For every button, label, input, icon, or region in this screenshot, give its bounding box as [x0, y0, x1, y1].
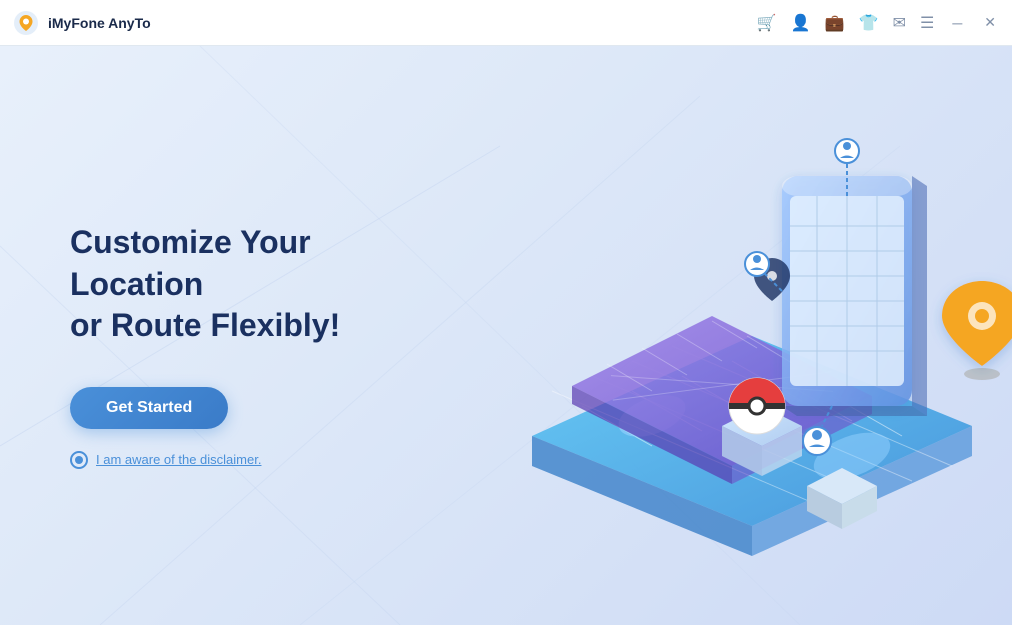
disclaimer-link[interactable]: I am aware of the disclaimer.	[96, 452, 261, 467]
title-right: 🛒 👤 💼 👕 ✉ ☰ ─ ✕	[757, 12, 1000, 33]
app-name: iMyFone AnyTo	[48, 15, 151, 31]
minimize-button[interactable]: ─	[948, 13, 966, 33]
menu-icon[interactable]: ☰	[920, 13, 934, 33]
get-started-button[interactable]: Get Started	[70, 387, 228, 429]
disclaimer-radio[interactable]	[70, 451, 88, 469]
left-content: Customize Your Location or Route Flexibl…	[0, 202, 450, 469]
user-icon[interactable]: 👤	[791, 13, 811, 33]
title-left: iMyFone AnyTo	[12, 9, 151, 37]
disclaimer-row: I am aware of the disclaimer.	[70, 451, 450, 469]
radio-inner	[75, 456, 83, 464]
mail-icon[interactable]: ✉	[893, 13, 906, 33]
headline-text: Customize Your Location or Route Flexibl…	[70, 224, 340, 343]
app-logo-icon	[12, 9, 40, 37]
headline: Customize Your Location or Route Flexibl…	[70, 222, 450, 347]
shirt-icon[interactable]: 👕	[859, 13, 879, 33]
close-button[interactable]: ✕	[980, 12, 1000, 33]
briefcase-icon[interactable]: 💼	[825, 13, 845, 33]
main-content: Customize Your Location or Route Flexibl…	[0, 46, 1012, 625]
illustration	[452, 96, 1012, 576]
cart-icon[interactable]: 🛒	[757, 13, 777, 33]
illustration-svg	[452, 96, 1012, 576]
title-bar: iMyFone AnyTo 🛒 👤 💼 👕 ✉ ☰ ─ ✕	[0, 0, 1012, 46]
